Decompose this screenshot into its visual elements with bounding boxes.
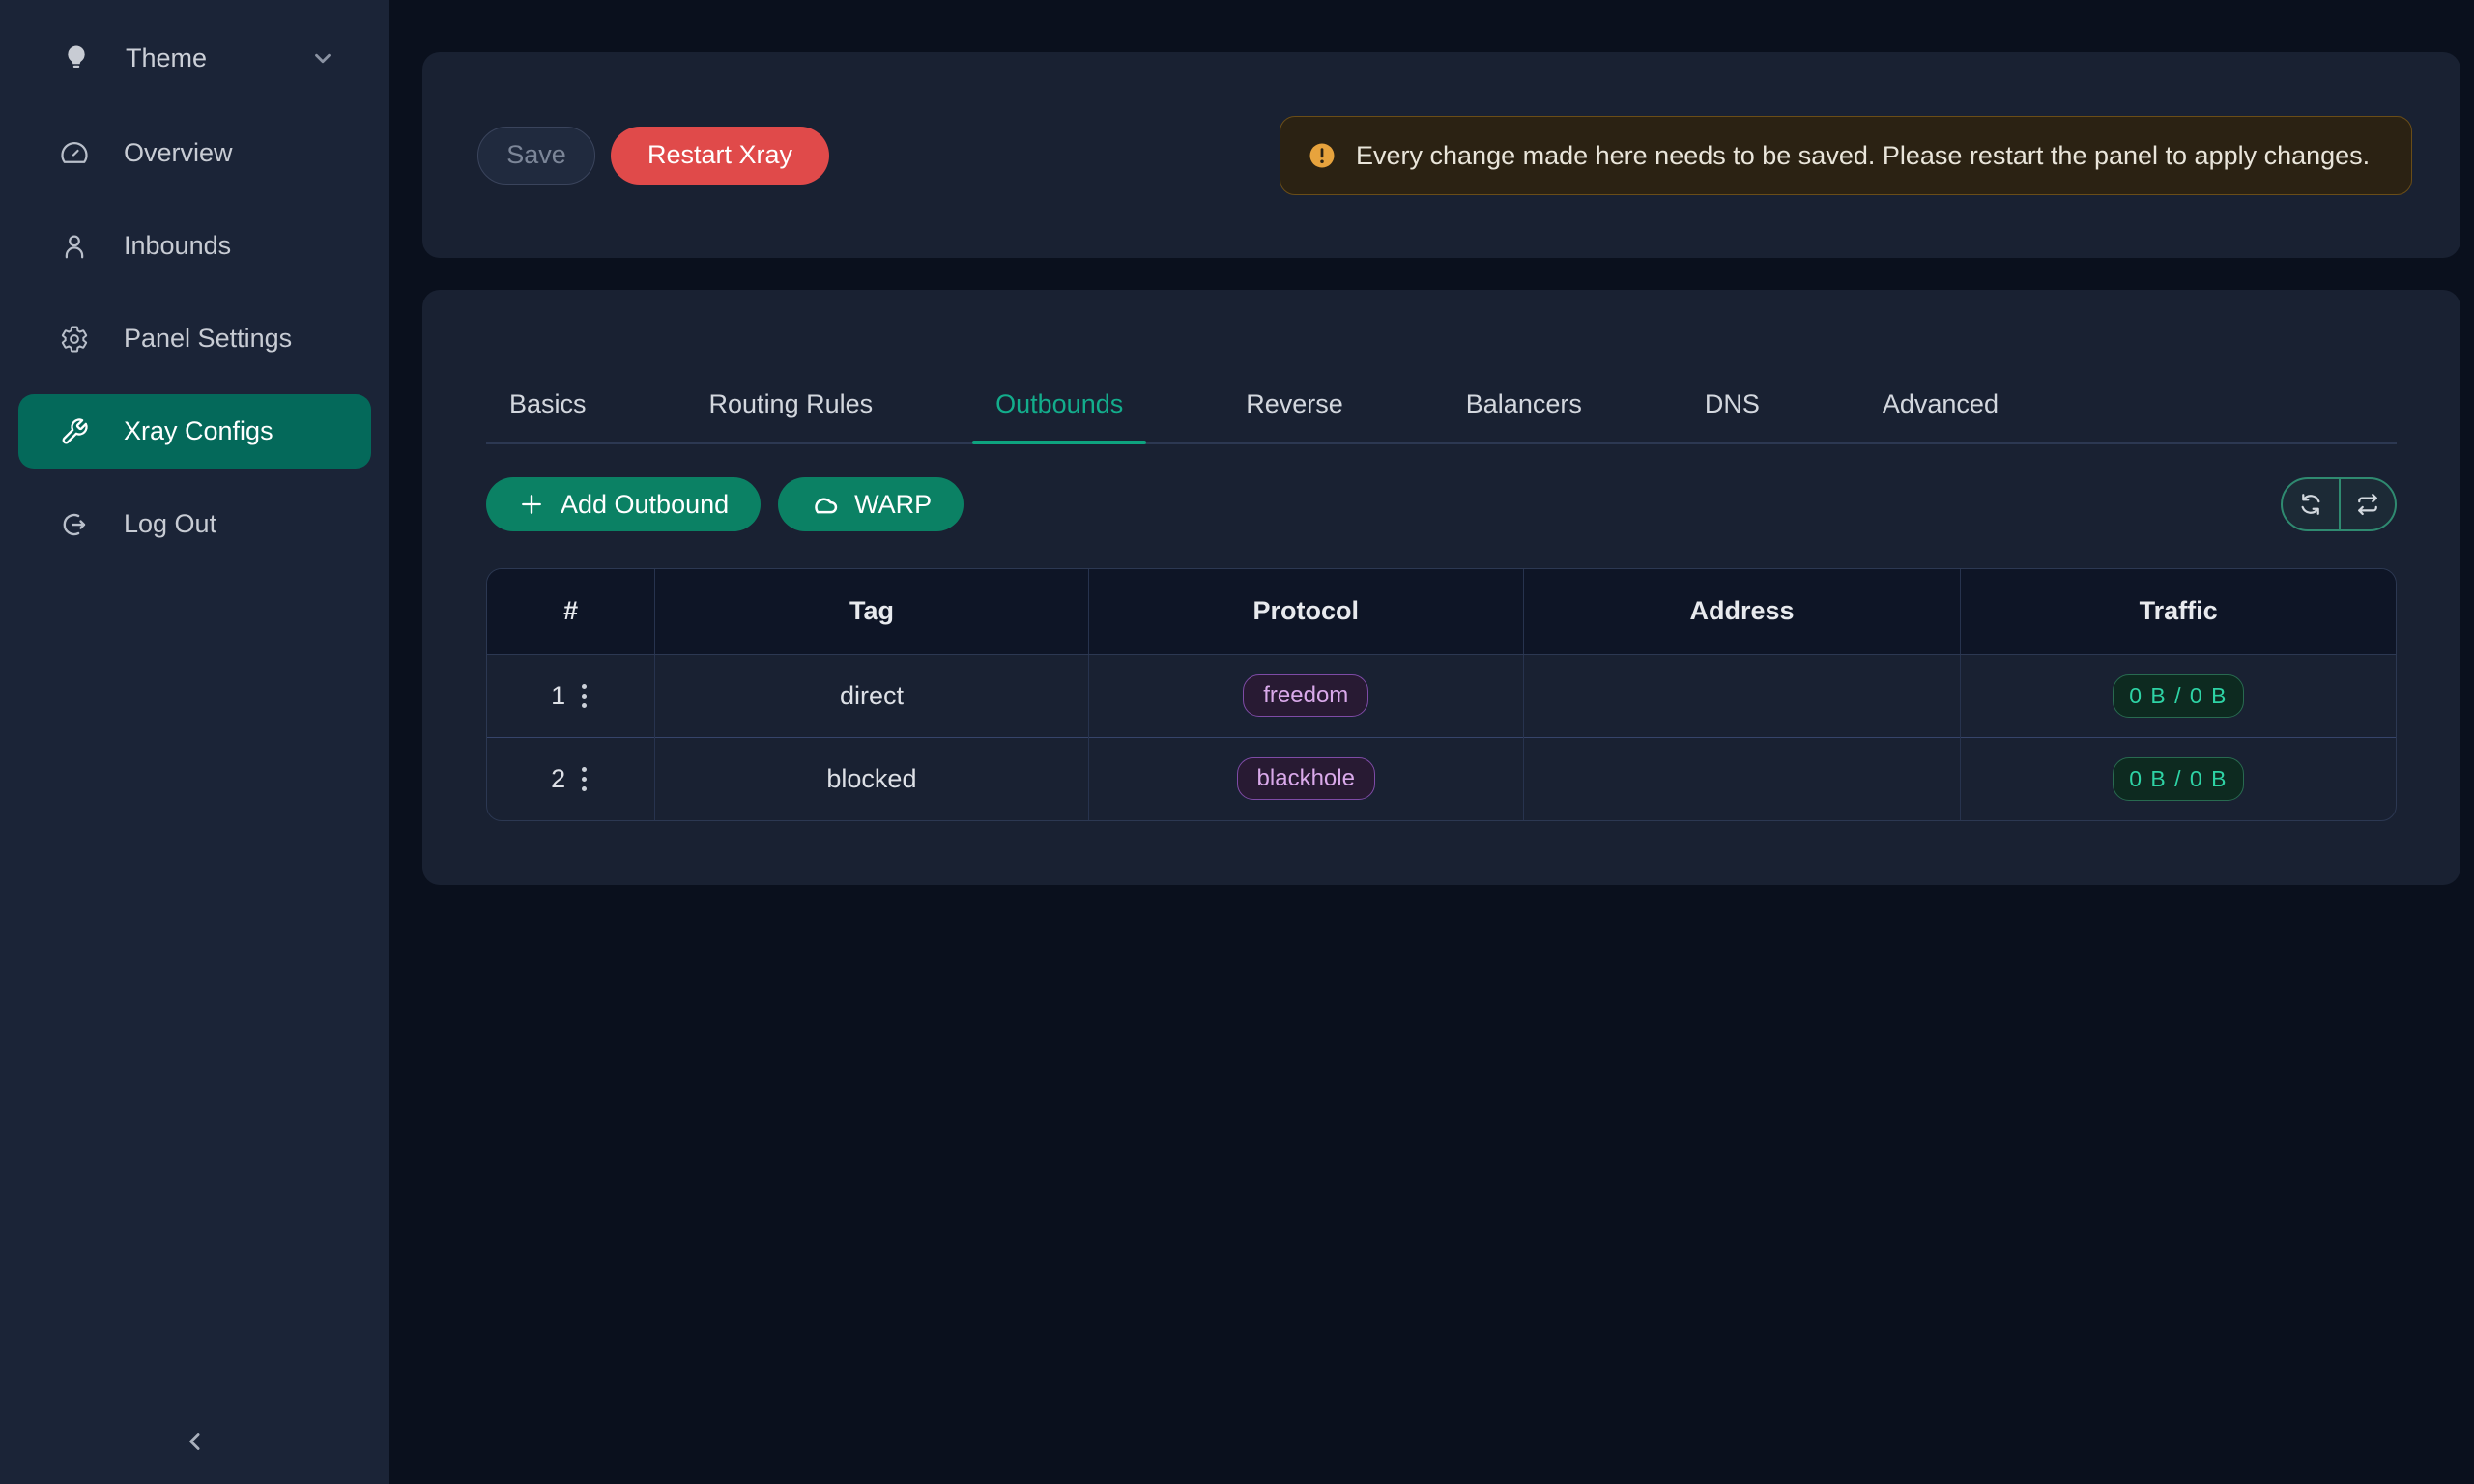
save-button[interactable]: Save <box>477 127 595 185</box>
address-cell <box>1523 737 1960 820</box>
sidebar-item-label: Overview <box>124 138 233 168</box>
protocol-badge: blackhole <box>1237 757 1375 800</box>
bulb-icon <box>62 43 91 72</box>
sidebar-item-panel-settings[interactable]: Panel Settings <box>18 301 371 376</box>
xray-config-card: Basics Routing Rules Outbounds Reverse B… <box>422 290 2460 885</box>
column-header-tag: Tag <box>655 569 1088 654</box>
config-tabs: Basics Routing Rules Outbounds Reverse B… <box>486 290 2397 444</box>
column-header-index: # <box>487 569 655 654</box>
traffic-badge: 0 B / 0 B <box>2113 757 2244 801</box>
main-content: Save Restart Xray Every change made here… <box>389 0 2474 1484</box>
chevron-down-icon <box>310 45 335 71</box>
sidebar-item-label: Panel Settings <box>124 324 292 354</box>
wrench-icon <box>60 417 89 446</box>
restart-xray-button[interactable]: Restart Xray <box>611 127 829 185</box>
toolbar-card: Save Restart Xray Every change made here… <box>422 52 2460 258</box>
tab-advanced[interactable]: Advanced <box>1859 370 2022 442</box>
user-icon <box>60 232 89 261</box>
sidebar-item-xray-configs[interactable]: Xray Configs <box>18 394 371 469</box>
logout-icon <box>60 510 89 539</box>
alert-text: Every change made here needs to be saved… <box>1356 136 2370 175</box>
gear-icon <box>60 325 89 354</box>
row-menu-icon[interactable] <box>578 680 590 712</box>
theme-label: Theme <box>126 43 275 73</box>
address-cell <box>1523 654 1960 737</box>
sidebar-item-inbounds[interactable]: Inbounds <box>18 209 371 283</box>
refresh-button[interactable] <box>2283 479 2339 529</box>
table-header-row: # Tag Protocol Address Traffic <box>487 569 2396 654</box>
outbounds-actions-row: Add Outbound WARP <box>486 477 2397 531</box>
table-row: 2 blocked blackhole 0 B / 0 B <box>487 737 2396 820</box>
sidebar-item-overview[interactable]: Overview <box>18 116 371 190</box>
row-index: 2 <box>551 764 565 794</box>
sidebar-collapse-button[interactable] <box>174 1420 216 1463</box>
tag-cell: direct <box>655 654 1088 737</box>
table-row: 1 direct freedom 0 B / 0 B <box>487 654 2396 737</box>
warp-button[interactable]: WARP <box>778 477 964 531</box>
cloud-icon <box>810 490 839 519</box>
sidebar-item-label: Log Out <box>124 509 216 539</box>
tag-cell: blocked <box>655 737 1088 820</box>
warp-label: WARP <box>854 490 932 520</box>
add-outbound-button[interactable]: Add Outbound <box>486 477 761 531</box>
plus-icon <box>518 491 545 518</box>
sidebar: Theme Overview Inbounds <box>0 0 389 1484</box>
outbounds-action-buttons: Add Outbound WARP <box>486 477 964 531</box>
column-header-traffic: Traffic <box>1961 569 2396 654</box>
warning-icon <box>1308 141 1337 170</box>
theme-selector[interactable]: Theme <box>25 29 364 87</box>
repeat-button[interactable] <box>2339 479 2395 529</box>
chevron-left-icon <box>181 1427 210 1456</box>
tab-balancers[interactable]: Balancers <box>1443 370 1605 442</box>
tab-routing-rules[interactable]: Routing Rules <box>686 370 897 442</box>
refresh-icon <box>2297 491 2324 518</box>
traffic-badge: 0 B / 0 B <box>2113 674 2244 718</box>
outbounds-table: # Tag Protocol Address Traffic 1 <box>486 568 2397 821</box>
table-refresh-group <box>2281 477 2397 531</box>
repeat-icon <box>2354 491 2381 518</box>
gauge-icon <box>60 139 89 168</box>
sidebar-item-label: Xray Configs <box>124 416 273 446</box>
tab-outbounds[interactable]: Outbounds <box>972 370 1146 442</box>
tab-basics[interactable]: Basics <box>486 370 610 442</box>
column-header-address: Address <box>1523 569 1960 654</box>
toolbar-buttons: Save Restart Xray <box>477 127 829 185</box>
sidebar-item-logout[interactable]: Log Out <box>18 487 371 561</box>
sidebar-nav: Overview Inbounds Panel Settings <box>0 116 389 561</box>
column-header-protocol: Protocol <box>1088 569 1523 654</box>
row-menu-icon[interactable] <box>578 763 590 795</box>
row-index: 1 <box>551 681 565 711</box>
sidebar-item-label: Inbounds <box>124 231 231 261</box>
tab-reverse[interactable]: Reverse <box>1223 370 1366 442</box>
tab-dns[interactable]: DNS <box>1682 370 1783 442</box>
protocol-badge: freedom <box>1243 674 1368 717</box>
unsaved-changes-alert: Every change made here needs to be saved… <box>1280 116 2412 195</box>
add-outbound-label: Add Outbound <box>561 490 729 520</box>
